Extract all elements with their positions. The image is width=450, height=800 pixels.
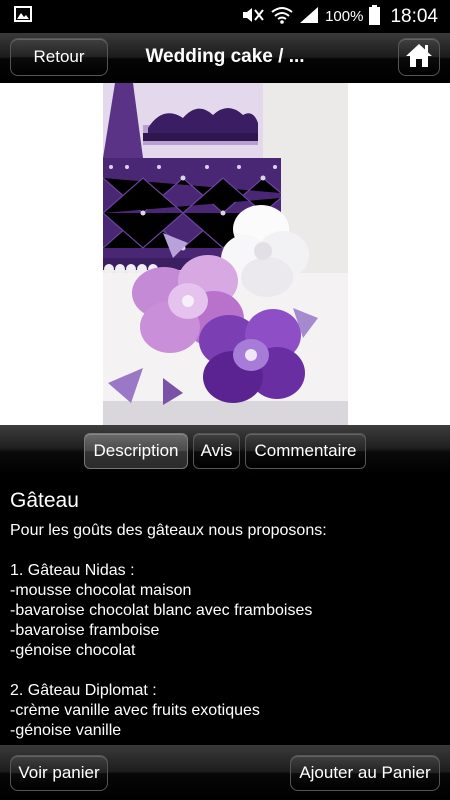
image-notification-icon bbox=[14, 6, 32, 27]
description-text: Pour les goûts des gâteaux nous proposon… bbox=[10, 521, 440, 741]
description-line: -bavaroise chocolat blanc avec framboise… bbox=[10, 602, 313, 619]
tab-description[interactable]: Description bbox=[84, 433, 188, 469]
battery-level: 100% bbox=[325, 8, 364, 25]
tab-commentaire[interactable]: Commentaire bbox=[245, 433, 366, 469]
mute-icon bbox=[241, 7, 265, 27]
description-line: -mousse chocolat maison bbox=[10, 582, 192, 599]
tab-avis[interactable]: Avis bbox=[193, 433, 240, 469]
clock: 18:04 bbox=[390, 5, 438, 27]
description-line bbox=[10, 541, 440, 561]
signal-icon bbox=[299, 6, 319, 28]
section-title: Gâteau bbox=[10, 489, 79, 512]
home-icon bbox=[405, 42, 433, 73]
description-line: -génoise chocolat bbox=[10, 642, 136, 659]
description-line: -génoise vanille bbox=[10, 722, 122, 739]
status-bar: 100% 18:04 bbox=[0, 0, 450, 33]
page-title: Wedding cake / ... bbox=[145, 46, 305, 67]
product-image-area bbox=[0, 83, 450, 425]
tab-bar: Description Avis Commentaire bbox=[0, 425, 450, 475]
description-line: 2. Gâteau Diplomat : bbox=[10, 682, 157, 699]
description-line bbox=[10, 661, 440, 681]
wifi-icon bbox=[271, 6, 293, 28]
description-content[interactable]: Gâteau Pour les goûts des gâteaux nous p… bbox=[0, 475, 450, 745]
description-line: 1. Gâteau Nidas : bbox=[10, 562, 135, 579]
battery-icon bbox=[369, 4, 381, 29]
bottom-bar: Voir panier Ajouter au Panier bbox=[0, 745, 450, 800]
back-button[interactable]: Retour bbox=[10, 38, 108, 76]
description-line: -crème vanille avec fruits exotiques bbox=[10, 702, 260, 719]
description-line: Pour les goûts des gâteaux nous proposon… bbox=[10, 522, 327, 539]
view-cart-button[interactable]: Voir panier bbox=[10, 755, 108, 791]
product-image bbox=[102, 83, 348, 425]
title-bar: Retour Wedding cake / ... bbox=[0, 33, 450, 83]
home-button[interactable] bbox=[398, 38, 440, 76]
description-line: -bavaroise framboise bbox=[10, 622, 160, 639]
add-to-cart-button[interactable]: Ajouter au Panier bbox=[290, 755, 440, 791]
